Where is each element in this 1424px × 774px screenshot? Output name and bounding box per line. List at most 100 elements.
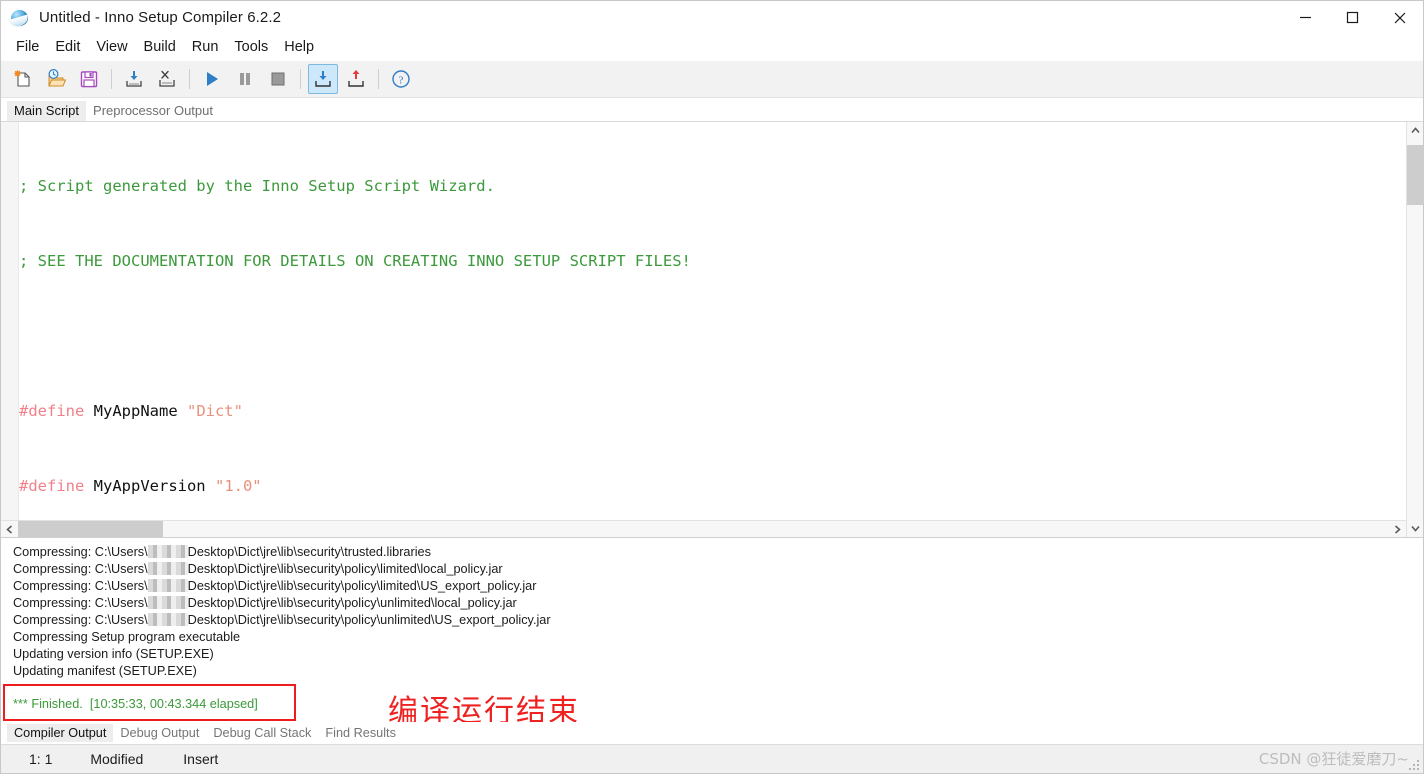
horizontal-scroll-thumb[interactable] <box>18 520 163 538</box>
menu-bar: File Edit View Build Run Tools Help <box>1 34 1423 61</box>
output-line: Updating manifest (SETUP.EXE) <box>13 664 197 678</box>
output-line: Compressing: C:\Users\ Desktop\Dict\jre\l… <box>13 595 1423 612</box>
menu-help[interactable]: Help <box>276 36 322 58</box>
menu-edit[interactable]: Edit <box>47 36 88 58</box>
annotation-label: 编译运行结束 <box>388 694 580 722</box>
code-area[interactable]: ; Script generated by the Inno Setup Scr… <box>19 122 1423 537</box>
tab-debug-output[interactable]: Debug Output <box>113 724 206 742</box>
help-icon[interactable]: ? <box>386 64 416 94</box>
output-prefix: Compressing: C:\Users\ <box>13 545 148 559</box>
preproc-directive: #define <box>19 402 85 420</box>
tab-compiler-output[interactable]: Compiler Output <box>7 724 114 742</box>
vertical-scroll-thumb[interactable] <box>1406 145 1424 205</box>
output-suffix: Desktop\Dict\jre\lib\security\policy\lim… <box>187 579 537 593</box>
resize-grip[interactable] <box>1409 760 1420 771</box>
menu-run[interactable]: Run <box>184 36 227 58</box>
output-line: Compressing: C:\Users\ Desktop\Dict\jre\l… <box>13 578 1423 595</box>
compiler-output-pane[interactable]: Compressing: C:\Users\ Desktop\Dict\jre\l… <box>1 537 1423 722</box>
menu-file[interactable]: File <box>8 36 47 58</box>
scroll-right-icon[interactable] <box>1389 521 1406 538</box>
tab-preprocessor-output[interactable]: Preprocessor Output <box>86 101 220 121</box>
clear-settings-icon[interactable] <box>152 64 182 94</box>
run-icon[interactable] <box>197 64 227 94</box>
toolbar-separator <box>300 69 301 89</box>
menu-build[interactable]: Build <box>136 36 184 58</box>
tab-main-script[interactable]: Main Script <box>7 101 87 121</box>
output-prefix: Compressing: C:\Users\ <box>13 613 148 627</box>
svg-text:?: ? <box>399 75 404 87</box>
minimize-icon[interactable] <box>1282 1 1329 34</box>
output-suffix: Desktop\Dict\jre\lib\security\policy\unl… <box>187 596 517 610</box>
stop-icon[interactable] <box>263 64 293 94</box>
output-log: Compressing: C:\Users\ Desktop\Dict\jre\l… <box>1 538 1423 713</box>
output-line: Compressing Setup program executable <box>13 630 241 644</box>
horizontal-scroll-track[interactable] <box>18 520 1389 538</box>
tab-debug-call-stack[interactable]: Debug Call Stack <box>206 724 318 742</box>
editor-tab-bar: Main Script Preprocessor Output <box>1 98 1423 121</box>
code-line: #define MyAppName "Dict" <box>19 399 1423 424</box>
output-prefix: Compressing: C:\Users\ <box>13 579 148 593</box>
load-settings-icon[interactable] <box>119 64 149 94</box>
redaction-block <box>147 596 188 609</box>
scroll-left-icon[interactable] <box>1 521 18 538</box>
window-title: Untitled - Inno Setup Compiler 6.2.2 <box>39 9 282 26</box>
save-file-icon[interactable] <box>74 64 104 94</box>
output-suffix: Desktop\Dict\jre\lib\security\policy\unl… <box>187 613 551 627</box>
close-icon[interactable] <box>1376 1 1423 34</box>
output-line: Compressing: C:\Users\ Desktop\Dict\jre\l… <box>13 544 1423 561</box>
output-suffix: Desktop\Dict\jre\lib\security\policy\lim… <box>187 562 503 576</box>
code-comment: ; Script generated by the Inno Setup Scr… <box>19 177 495 195</box>
inno-setup-globe-icon <box>9 8 30 28</box>
output-line: Compressing: C:\Users\ Desktop\Dict\jre\l… <box>13 561 1423 578</box>
status-bar: 1: 1 Modified Insert CSDN @狂徒爱磨刀~ <box>1 744 1423 773</box>
inno-setup-window: Untitled - Inno Setup Compiler 6.2.2 Fil… <box>0 0 1424 774</box>
window-controls <box>1282 1 1423 34</box>
tab-find-results[interactable]: Find Results <box>318 724 403 742</box>
pause-icon[interactable] <box>230 64 260 94</box>
open-file-icon[interactable] <box>41 64 71 94</box>
toolbar-separator <box>378 69 379 89</box>
define-value: "Dict" <box>186 402 243 420</box>
compile-finished-message: *** Finished. [10:35:33, 00:43.344 elaps… <box>13 697 258 711</box>
modified-status: Modified <box>90 751 144 767</box>
code-line: #define MyAppVersion "1.0" <box>19 474 1423 499</box>
toolbar: ? <box>1 61 1423 98</box>
output-line: Updating version info (SETUP.EXE) <box>13 647 214 661</box>
output-line: Compressing: C:\Users\ Desktop\Dict\jre\l… <box>13 612 1423 629</box>
scroll-up-icon[interactable] <box>1407 122 1424 139</box>
preproc-directive: #define <box>19 477 85 495</box>
csdn-watermark: CSDN @狂徒爱磨刀~ <box>1258 750 1409 768</box>
redaction-block <box>147 562 188 575</box>
insert-mode: Insert <box>183 751 219 767</box>
menu-view[interactable]: View <box>88 36 135 58</box>
upload-icon[interactable] <box>341 64 371 94</box>
define-name: MyAppVersion <box>84 477 215 495</box>
editor-gutter <box>1 122 19 537</box>
editor-horizontal-scrollbar[interactable] <box>1 520 1406 538</box>
vertical-scroll-track[interactable] <box>1406 139 1424 520</box>
code-line: ; SEE THE DOCUMENTATION FOR DETAILS ON C… <box>19 249 1423 274</box>
code-comment: ; SEE THE DOCUMENTATION FOR DETAILS ON C… <box>19 252 691 270</box>
output-suffix: Desktop\Dict\jre\lib\security\trusted.li… <box>187 545 431 559</box>
new-file-icon[interactable] <box>8 64 38 94</box>
toolbar-separator <box>111 69 112 89</box>
editor-vertical-scrollbar[interactable] <box>1406 122 1424 537</box>
menu-tools[interactable]: Tools <box>226 36 276 58</box>
maximize-icon[interactable] <box>1329 1 1376 34</box>
toolbar-separator <box>189 69 190 89</box>
redaction-block <box>147 613 188 626</box>
define-value: "1.0" <box>214 477 262 495</box>
output-tab-bar: Compiler Output Debug Output Debug Call … <box>1 722 1423 744</box>
scroll-down-icon[interactable] <box>1407 520 1424 537</box>
code-line: ; Script generated by the Inno Setup Scr… <box>19 174 1423 199</box>
output-prefix: Compressing: C:\Users\ <box>13 596 148 610</box>
output-prefix: Compressing: C:\Users\ <box>13 562 148 576</box>
redaction-block <box>147 579 188 592</box>
define-name: MyAppName <box>84 402 187 420</box>
script-editor: ; Script generated by the Inno Setup Scr… <box>1 121 1424 538</box>
title-bar: Untitled - Inno Setup Compiler 6.2.2 <box>1 1 1423 34</box>
redaction-block <box>147 545 188 558</box>
compile-icon[interactable] <box>308 64 338 94</box>
cursor-position: 1: 1 <box>29 751 53 767</box>
